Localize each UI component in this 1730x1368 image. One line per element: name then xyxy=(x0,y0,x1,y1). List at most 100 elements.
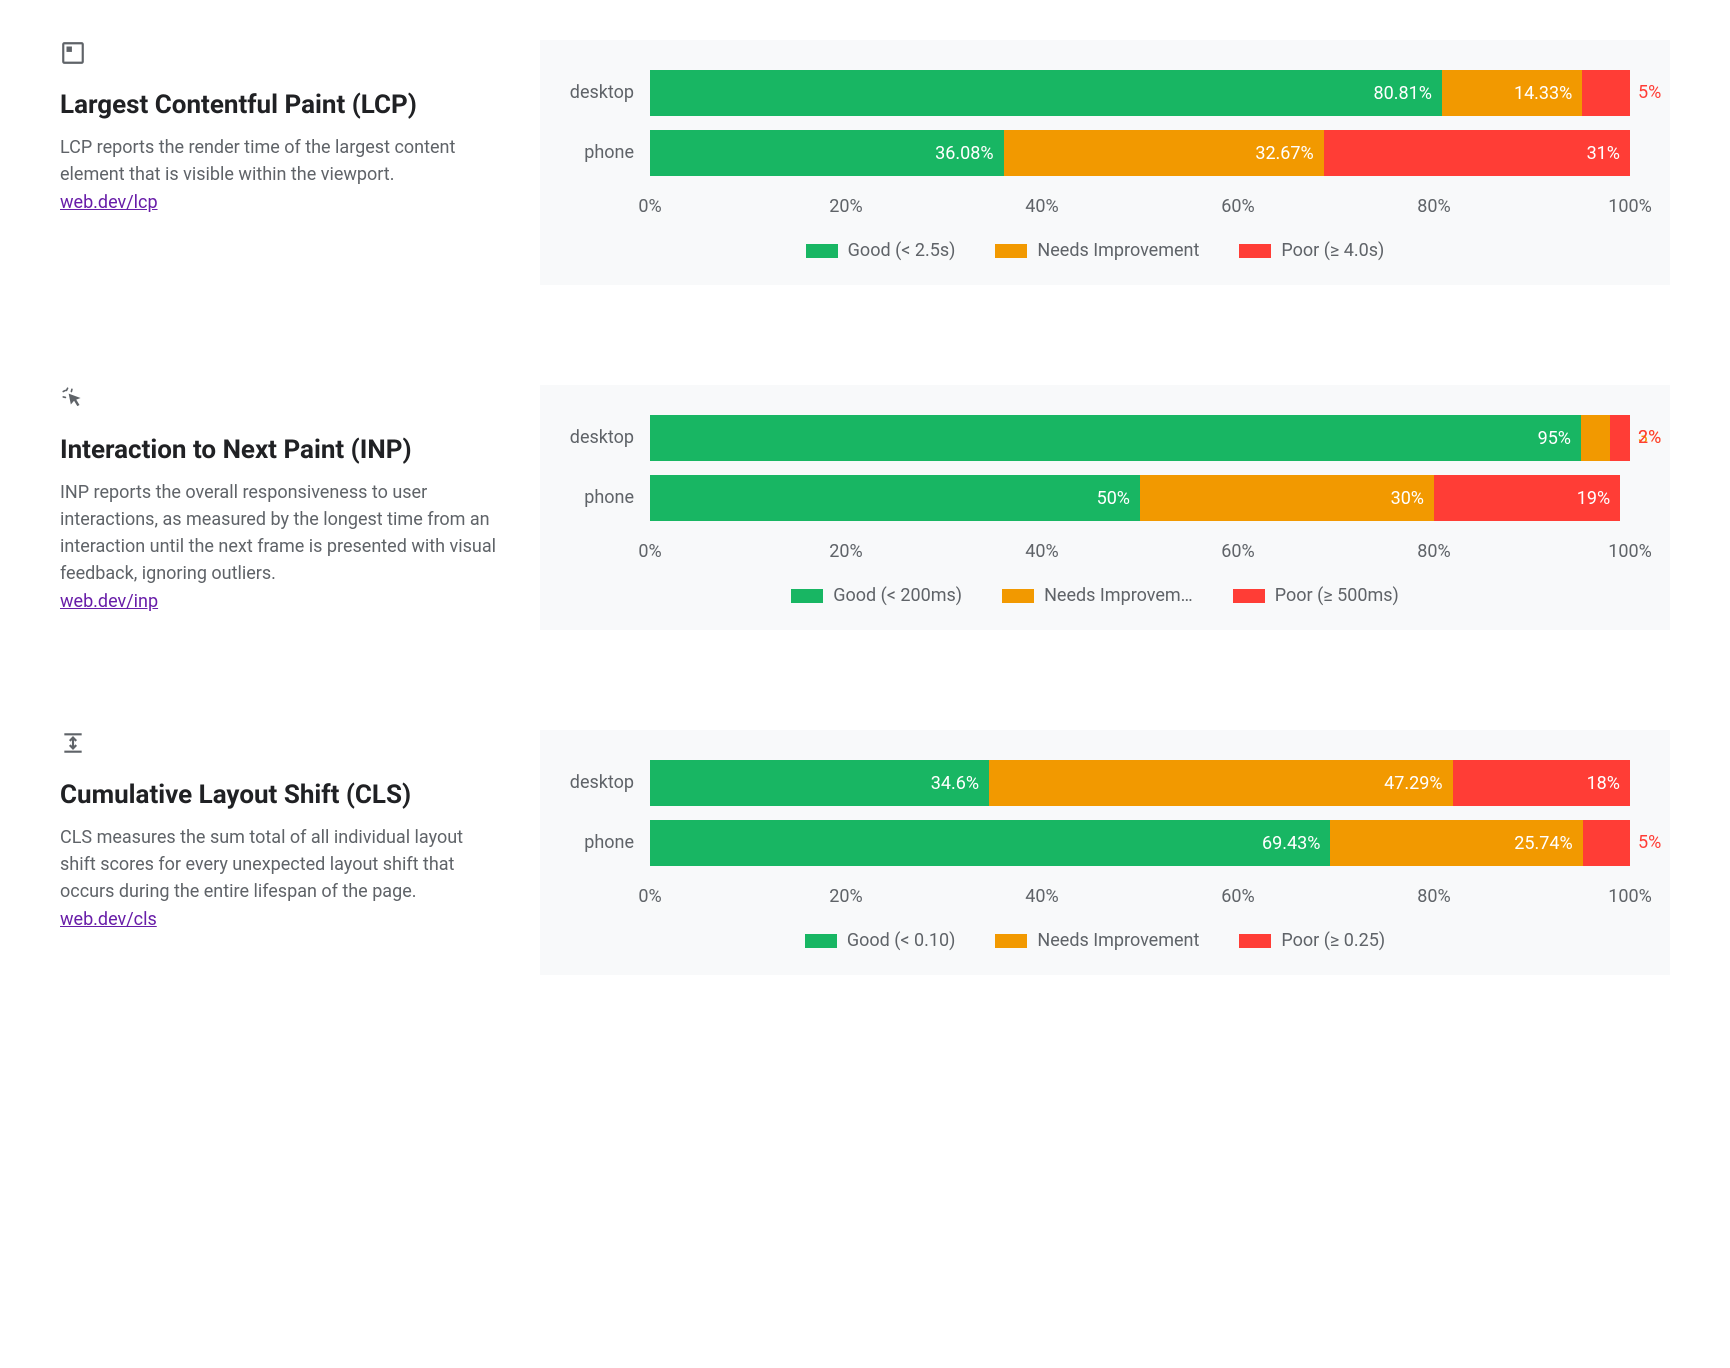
bar-value-label: 30% xyxy=(1391,488,1424,509)
plot-area: 80.81%14.33%5%36.08%32.67%31%0%20%40%60%… xyxy=(650,70,1630,222)
category-label: desktop xyxy=(560,415,634,475)
category-axis: desktopphone xyxy=(560,70,650,222)
category-label: desktop xyxy=(560,760,634,820)
chart-legend: Good (< 2.5s) Needs Improvement Poor (≥ 4.… xyxy=(560,240,1630,261)
legend-label: Needs Improvement xyxy=(1037,240,1199,261)
axis-tick: 60% xyxy=(1221,196,1254,217)
bar-segment-good: 36.08% xyxy=(650,130,1004,176)
metric-lcp: Largest Contentful Paint (LCP) LCP report… xyxy=(60,40,1670,285)
legend-swatch xyxy=(805,934,837,948)
bar-value-label: 34.6% xyxy=(931,773,979,794)
category-axis: desktopphone xyxy=(560,760,650,912)
legend-swatch xyxy=(995,934,1027,948)
stacked-bar: 34.6% 47.29% 18% xyxy=(650,760,1630,806)
bar-segment-poor xyxy=(1582,70,1630,116)
axis-tick: 0% xyxy=(638,541,661,562)
axis-tick: 60% xyxy=(1221,541,1254,562)
legend-label: Needs Improvem… xyxy=(1044,585,1193,606)
x-axis: 0%20%40%60%80%100% xyxy=(650,190,1630,222)
metric-description: LCP reports the render time of the large… xyxy=(60,134,500,188)
fullscreen-icon xyxy=(60,40,500,66)
metric-chart-panel: desktopphone 95%3%2% 50% 30% 19% 0% 20% 40% 60% 8… xyxy=(540,385,1670,630)
bar-value-label: 18% xyxy=(1587,773,1620,794)
metric-doc-link[interactable]: web.dev/cls xyxy=(60,909,157,930)
plot-area: 34.6%47.29%18%69.43%25.74%5%0%20%40%60%8… xyxy=(650,760,1630,912)
metric-cls: Cumulative Layout Shift (CLS) CLS measure… xyxy=(60,730,1670,975)
legend-label: Poor (≥ 500ms) xyxy=(1275,585,1399,606)
legend-swatch xyxy=(1233,589,1265,603)
bar-value-label: 95% xyxy=(1538,428,1571,449)
legend-item-poor: Poor (≥ 4.0s) xyxy=(1239,240,1384,261)
stacked-bar: 50% 30% 19% xyxy=(650,475,1630,521)
bar-segment-warn: 32.67% xyxy=(1004,130,1324,176)
metric-title: Cumulative Layout Shift (CLS) xyxy=(60,780,500,810)
category-label: phone xyxy=(560,475,634,535)
legend-item-poor: Poor (≥ 500ms) xyxy=(1233,585,1399,606)
bar-segment-warn xyxy=(1581,415,1610,461)
bar-segment-warn: 14.33% xyxy=(1442,70,1582,116)
axis-tick: 100% xyxy=(1608,541,1652,562)
metric-description-panel: Cumulative Layout Shift (CLS) CLS measure… xyxy=(60,730,500,975)
x-axis: 0%20%40%60%80%100% xyxy=(650,880,1630,912)
stacked-bar: 80.81%14.33%5% xyxy=(650,70,1630,116)
legend-swatch xyxy=(806,244,838,258)
bar-value-label: 47.29% xyxy=(1384,773,1442,794)
axis-tick: 60% xyxy=(1221,886,1254,907)
bar-segment-poor: 19% xyxy=(1434,475,1620,521)
stacked-bar: 69.43%25.74%5% xyxy=(650,820,1630,866)
metric-description-panel: Largest Contentful Paint (LCP) LCP report… xyxy=(60,40,500,285)
bar-value-label: 31% xyxy=(1587,143,1620,164)
bar-value-label: 36.08% xyxy=(935,143,993,164)
legend-label: Poor (≥ 0.25) xyxy=(1281,930,1385,951)
metric-inp: Interaction to Next Paint (INP)INP repor… xyxy=(60,385,1670,630)
legend-item-good: Good (< 200ms) xyxy=(791,585,962,606)
bar-segment-poor: 18% xyxy=(1453,760,1630,806)
bar-segment-good: 50% xyxy=(650,475,1140,521)
legend-swatch xyxy=(1239,244,1271,258)
metric-doc-link[interactable]: web.dev/inp xyxy=(60,591,158,612)
legend-item-poor: Poor (≥ 0.25) xyxy=(1239,930,1385,951)
axis-tick: 0% xyxy=(638,886,661,907)
bar-value-label: 32.67% xyxy=(1255,143,1313,164)
metric-chart-panel: desktopphone 34.6% 47.29% 18% 69.43% 25.74% 5%… xyxy=(540,730,1670,975)
chart-legend: Good (< 200ms) Needs Improvem… Poor (≥ 500… xyxy=(560,585,1630,606)
bar-segment-good: 80.81% xyxy=(650,70,1442,116)
axis-tick: 80% xyxy=(1417,196,1450,217)
bar-segment-warn: 25.74% xyxy=(1330,820,1582,866)
legend-label: Good (< 200ms) xyxy=(833,585,962,606)
legend-item-good: Good (< 2.5s) xyxy=(806,240,956,261)
bar-segment-good: 34.6% xyxy=(650,760,989,806)
bar-value-label: 5% xyxy=(1638,70,1661,116)
metric-title: Largest Contentful Paint (LCP) xyxy=(60,90,500,120)
chart-body: desktopphone 95%3%2% 50% 30% 19% 0% 20% 40% 60% 8… xyxy=(560,415,1630,567)
axis-tick: 20% xyxy=(829,541,862,562)
metric-description-panel: Interaction to Next Paint (INP)INP repor… xyxy=(60,385,500,630)
plot-area: 95%3%2%50%30%19%0%20%40%60%80%100% xyxy=(650,415,1630,567)
chart-body: desktopphone80.81%14.33%5%36.08%32.67%31… xyxy=(560,70,1630,222)
bar-segment-poor: 31% xyxy=(1324,130,1630,176)
bar-value-label: 80.81% xyxy=(1374,83,1432,104)
axis-tick: 20% xyxy=(829,196,862,217)
metric-doc-link[interactable]: web.dev/lcp xyxy=(60,192,158,213)
axis-tick: 40% xyxy=(1025,196,1058,217)
legend-label: Needs Improvement xyxy=(1037,930,1199,951)
metric-chart-panel: desktopphone 80.81% 14.33% 5% 36.08% 32.67% 31… xyxy=(540,40,1670,285)
bar-segment-good: 69.43% xyxy=(650,820,1330,866)
axis-tick: 0% xyxy=(638,196,661,217)
bar-value-label: 25.74% xyxy=(1514,833,1572,854)
cursor-click-icon xyxy=(60,385,500,411)
bar-value-label: 2% xyxy=(1638,415,1661,461)
axis-tick: 40% xyxy=(1025,886,1058,907)
axis-tick: 40% xyxy=(1025,541,1058,562)
legend-label: Good (< 0.10) xyxy=(847,930,956,951)
axis-tick: 80% xyxy=(1417,541,1450,562)
stacked-bar: 95%3%2% xyxy=(650,415,1630,461)
legend-item-good: Good (< 0.10) xyxy=(805,930,956,951)
metric-description: CLS measures the sum total of all indivi… xyxy=(60,824,500,905)
bar-value-label: 5% xyxy=(1638,820,1661,866)
legend-swatch xyxy=(1002,589,1034,603)
legend-label: Poor (≥ 4.0s) xyxy=(1281,240,1384,261)
category-label: phone xyxy=(560,130,634,190)
axis-tick: 100% xyxy=(1608,196,1652,217)
legend-swatch xyxy=(1239,934,1271,948)
